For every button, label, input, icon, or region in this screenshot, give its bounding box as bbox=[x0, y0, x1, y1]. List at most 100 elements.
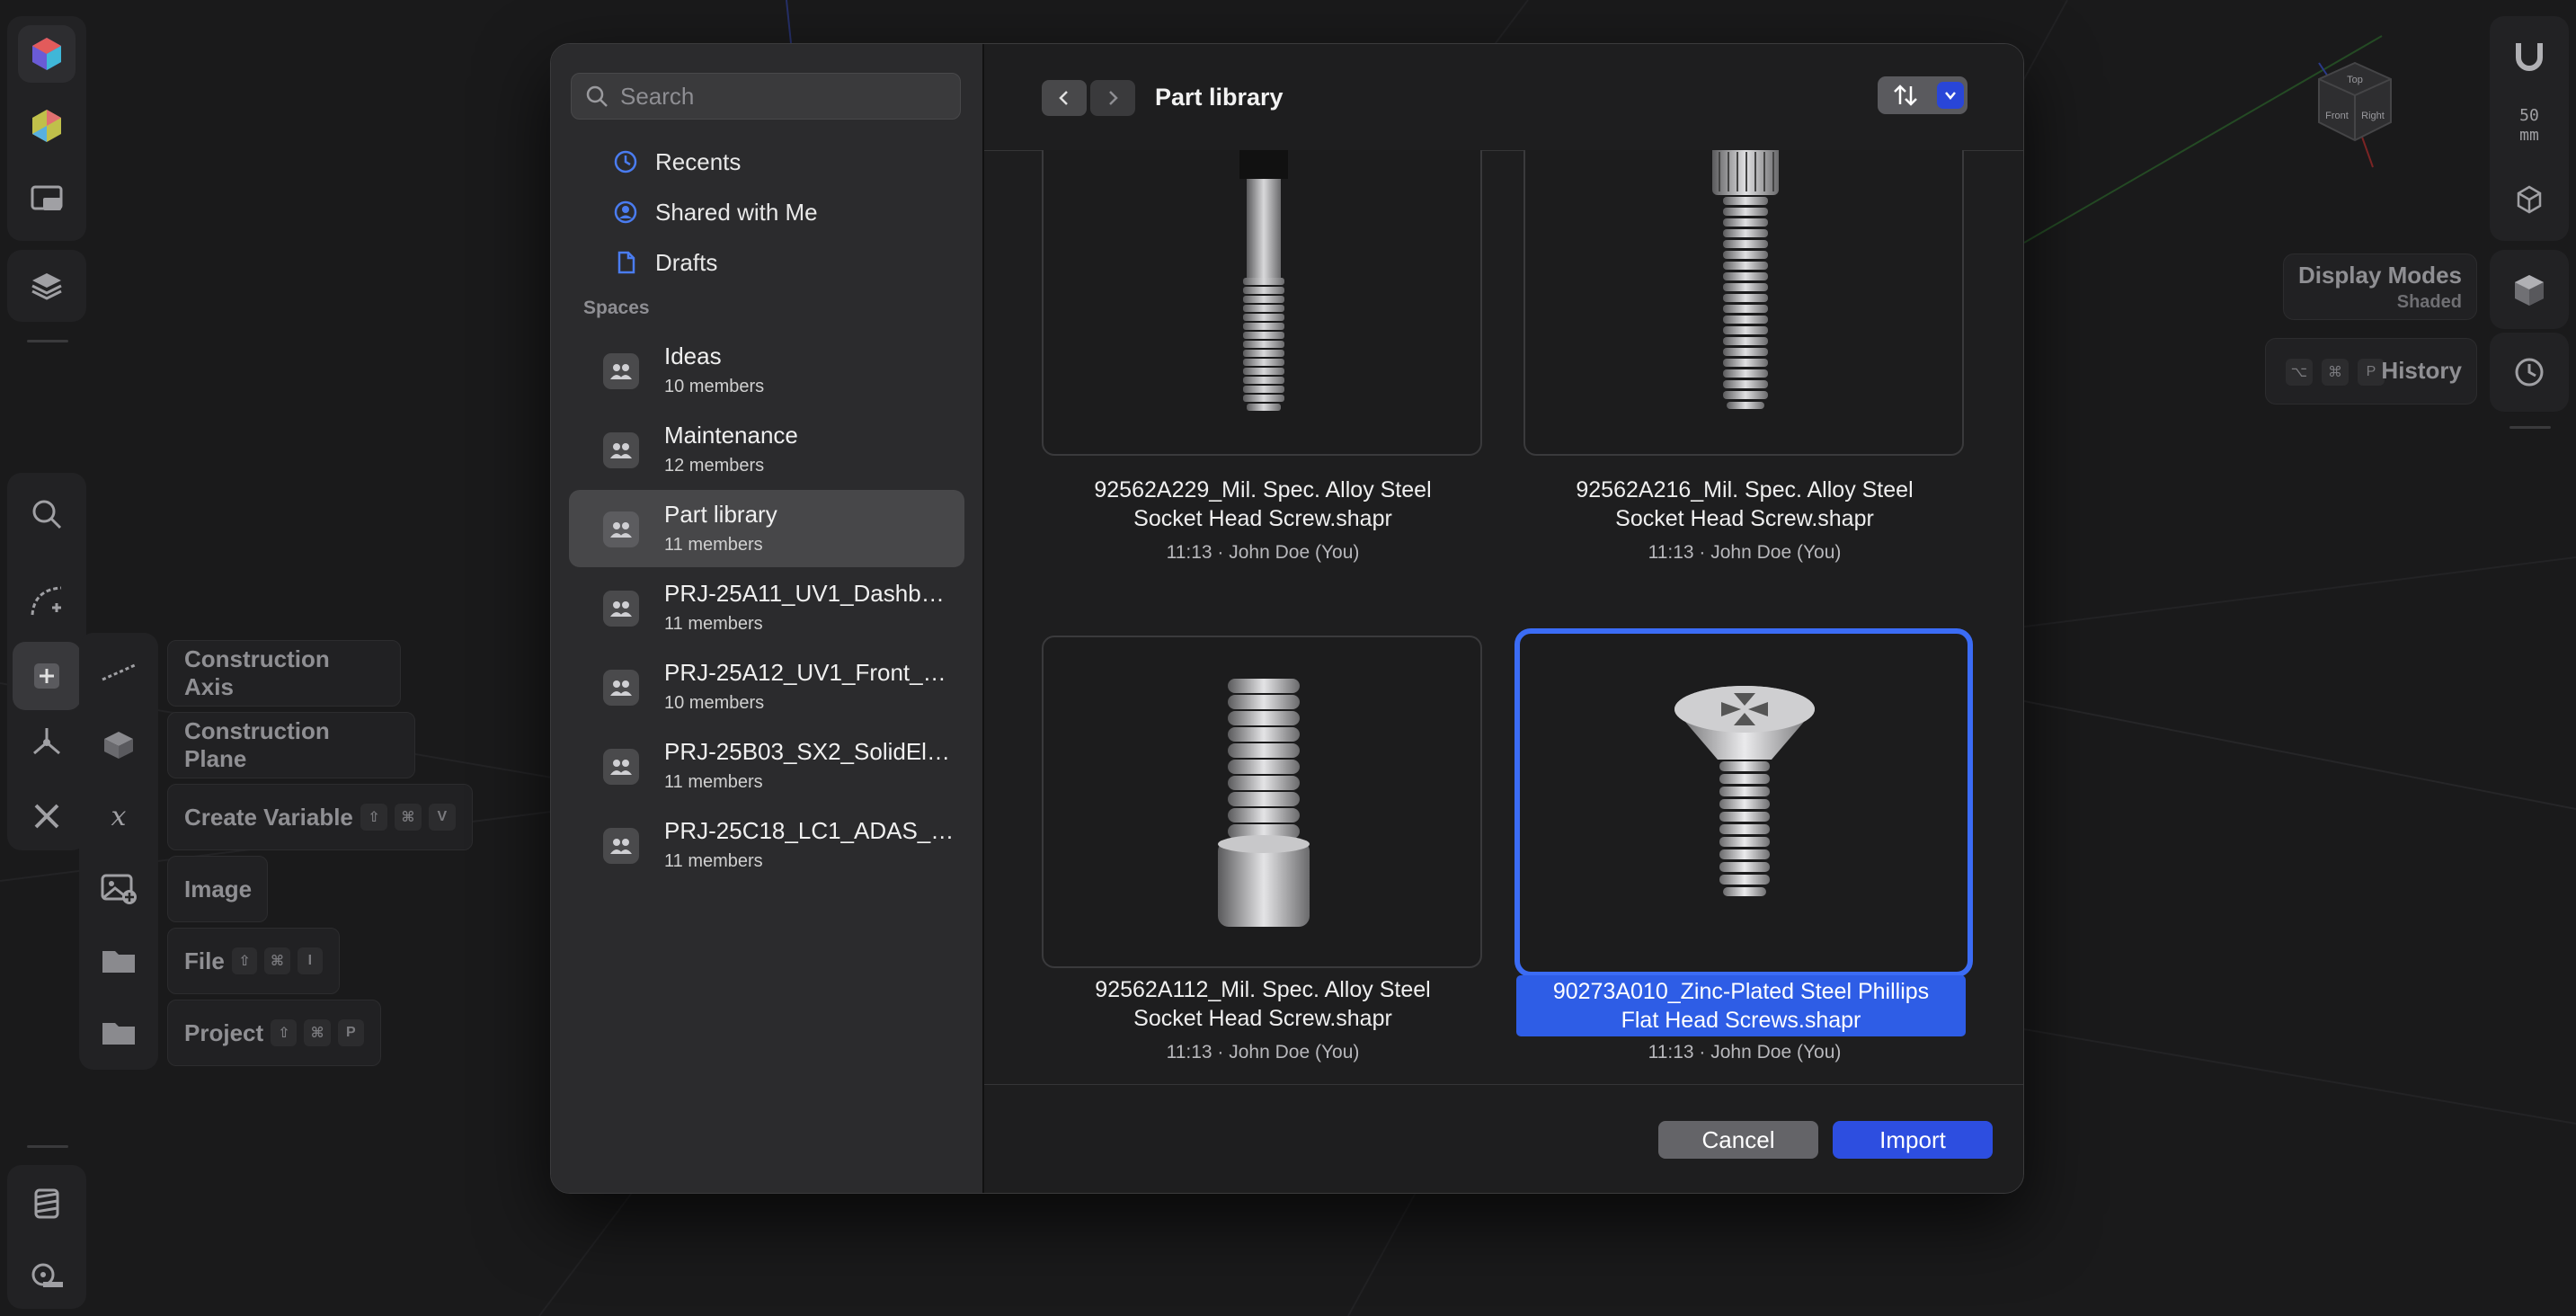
file-thumbnail[interactable] bbox=[1042, 636, 1482, 968]
snap-value[interactable]: 50 mm bbox=[2500, 106, 2558, 146]
space-name: Maintenance bbox=[664, 422, 798, 449]
dashed-line-icon bbox=[102, 663, 136, 681]
location-title: Part library bbox=[1155, 84, 1284, 111]
layers-button[interactable] bbox=[18, 257, 76, 315]
team-icon bbox=[603, 432, 639, 468]
file-name-selected[interactable]: 90273A010_Zinc-Plated Steel Phillips Fla… bbox=[1516, 975, 1966, 1036]
search-icon bbox=[32, 500, 62, 529]
space-prj-25b03[interactable]: PRJ-25B03_SX2_SolidEle... 11 members bbox=[569, 727, 964, 805]
thread-tool-button[interactable] bbox=[18, 1174, 76, 1232]
space-name: Part library bbox=[664, 501, 777, 528]
socket-screw-thumbnail-icon bbox=[1239, 150, 1288, 411]
measure-tool-button[interactable] bbox=[18, 1246, 76, 1303]
construction-axis-label: Construction Axis bbox=[184, 645, 330, 700]
space-maintenance[interactable]: Maintenance 12 members bbox=[569, 411, 964, 488]
cancel-button[interactable]: Cancel bbox=[1658, 1121, 1818, 1159]
folder-icon bbox=[102, 1023, 135, 1045]
space-prj-25c18[interactable]: PRJ-25C18_LC1_ADAS_S... 11 members bbox=[569, 806, 964, 884]
variable-icon-button[interactable]: x bbox=[90, 787, 147, 845]
snap-geometry-button[interactable] bbox=[2500, 171, 2558, 228]
thread-icon bbox=[34, 1188, 59, 1219]
layers-icon bbox=[31, 273, 62, 300]
import-dialog: Recents Shared with Me Drafts Spaces Ide… bbox=[550, 43, 2024, 1194]
team-icon bbox=[603, 511, 639, 547]
file-meta: 11:13 · John Doe (You) bbox=[1166, 542, 1360, 563]
history-label: History bbox=[2381, 357, 2462, 384]
tools-button[interactable] bbox=[18, 787, 76, 845]
display-modes-chip[interactable]: Display Modes Shaded bbox=[2283, 253, 2477, 320]
nav-recents-label: Recents bbox=[655, 147, 742, 175]
sort-control[interactable] bbox=[1878, 76, 1968, 114]
team-icon bbox=[603, 353, 639, 389]
nav-recents[interactable]: Recents bbox=[569, 138, 964, 186]
file-grid[interactable]: 92562A229_Mil. Spec. Alloy Steel Socket … bbox=[984, 150, 2023, 1126]
socket-screw-thumbnail-icon bbox=[1218, 679, 1310, 927]
search-tool-button[interactable] bbox=[18, 485, 76, 543]
shortcut-key: P bbox=[337, 1019, 364, 1046]
file-thumbnail[interactable] bbox=[1042, 150, 1482, 456]
folder-icon bbox=[102, 951, 135, 973]
space-name: PRJ-25A12_UV1_Front_S... bbox=[664, 659, 956, 686]
screens-button[interactable] bbox=[18, 171, 76, 228]
clock-icon bbox=[614, 150, 637, 173]
snap-magnet-button[interactable] bbox=[2500, 27, 2558, 84]
cube-outline-icon bbox=[2517, 185, 2542, 214]
view-cube[interactable]: Top Front Right bbox=[2301, 54, 2409, 171]
space-members: 11 members bbox=[664, 535, 763, 555]
chevron-left-icon bbox=[1059, 91, 1068, 105]
image-icon-button[interactable] bbox=[90, 859, 147, 917]
sketch-tool-button[interactable] bbox=[18, 572, 76, 629]
history-chip[interactable]: ⌥ ⌘ P History bbox=[2265, 338, 2477, 405]
sort-button[interactable] bbox=[1878, 76, 1933, 114]
space-prj-25a12[interactable]: PRJ-25A12_UV1_Front_S... 10 members bbox=[569, 648, 964, 725]
construction-plane-option[interactable]: Construction Plane bbox=[167, 712, 415, 778]
shortcut-key: ⌥ bbox=[2286, 359, 2313, 386]
shortcut-key: ⌘ bbox=[264, 947, 290, 974]
file-thumbnail[interactable] bbox=[1515, 628, 1973, 977]
nav-drafts[interactable]: Drafts bbox=[569, 238, 964, 287]
materials-button[interactable] bbox=[18, 97, 76, 155]
project-option[interactable]: Project ⇧ ⌘ P bbox=[167, 1000, 381, 1066]
image-option[interactable]: Image bbox=[167, 856, 268, 922]
import-button[interactable]: Import bbox=[1833, 1121, 1993, 1159]
space-prj-25a11[interactable]: PRJ-25A11_UV1_Dashboa... 11 members bbox=[569, 569, 964, 646]
cube-app-button[interactable] bbox=[18, 25, 76, 83]
dialog-main: Part library 92562A229_Mil. Spec. Alloy … bbox=[984, 44, 2023, 1193]
space-members: 10 members bbox=[664, 693, 765, 713]
team-icon bbox=[603, 828, 639, 864]
file-icon-button[interactable] bbox=[90, 931, 147, 989]
toolbar-divider bbox=[27, 1145, 68, 1148]
create-variable-option[interactable]: Create Variable ⇧ ⌘ V bbox=[167, 784, 473, 850]
construction-plane-icon-button[interactable] bbox=[90, 716, 147, 773]
space-members: 11 members bbox=[664, 614, 763, 634]
tape-measure-icon bbox=[31, 1263, 63, 1287]
forward-button[interactable] bbox=[1090, 80, 1135, 116]
plus-square-icon bbox=[34, 663, 59, 689]
file-option[interactable]: File ⇧ ⌘ I bbox=[167, 928, 340, 994]
space-ideas[interactable]: Ideas 10 members bbox=[569, 332, 964, 409]
view-cube-top-label: Top bbox=[2347, 75, 2363, 85]
back-button[interactable] bbox=[1042, 80, 1087, 116]
space-part-library[interactable]: Part library 11 members bbox=[569, 490, 964, 567]
team-icon bbox=[603, 670, 639, 706]
shortcut-key: ⇧ bbox=[231, 947, 258, 974]
snap-value-unit: mm bbox=[2519, 126, 2539, 145]
transform-tool-button[interactable] bbox=[18, 714, 76, 771]
nav-shared-with-me[interactable]: Shared with Me bbox=[569, 188, 964, 236]
image-add-icon bbox=[101, 874, 137, 904]
construction-axis-option[interactable]: Construction Axis bbox=[167, 640, 401, 707]
display-mode-button[interactable] bbox=[2500, 261, 2558, 318]
space-members: 11 members bbox=[664, 851, 763, 871]
add-tool-button[interactable] bbox=[13, 642, 81, 710]
search-box[interactable] bbox=[571, 73, 961, 120]
construction-axis-icon-button[interactable] bbox=[90, 644, 147, 701]
project-icon-button[interactable] bbox=[90, 1003, 147, 1061]
history-button[interactable] bbox=[2500, 343, 2558, 401]
view-cube-front-label: Front bbox=[2325, 111, 2349, 121]
dialog-sidebar: Recents Shared with Me Drafts Spaces Ide… bbox=[551, 44, 984, 1193]
file-thumbnail[interactable] bbox=[1523, 150, 1964, 456]
nav-shared-label: Shared with Me bbox=[655, 198, 818, 226]
sort-dropdown-button[interactable] bbox=[1937, 82, 1964, 109]
search-input[interactable] bbox=[618, 81, 946, 111]
nav-drafts-label: Drafts bbox=[655, 248, 718, 276]
